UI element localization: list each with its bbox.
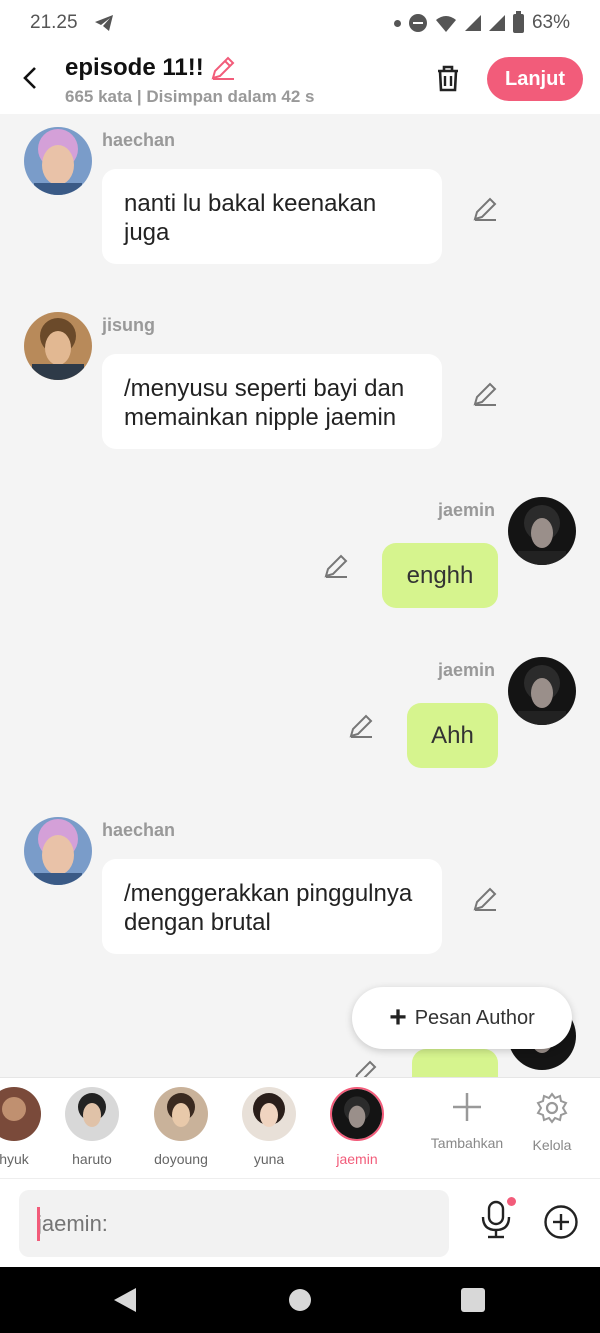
sender-name: haechan	[102, 130, 176, 150]
word-count-status: 665 kata | Disimpan dalam 42 s	[65, 87, 315, 106]
sender-name: haechan	[102, 820, 176, 840]
edit-message-icon[interactable]	[323, 553, 349, 579]
message-bubble[interactable]: enghh	[382, 543, 498, 608]
edit-title-icon[interactable]	[210, 55, 236, 81]
avatar-jisung[interactable]	[24, 312, 92, 380]
signal-icon-2	[488, 15, 505, 31]
avatar-jaemin[interactable]	[508, 657, 576, 725]
avatar-haechan[interactable]	[24, 817, 92, 885]
character-name: yuna	[253, 1151, 285, 1167]
episode-title-text: episode 11!!	[65, 54, 204, 81]
character-name: haruto	[72, 1151, 112, 1167]
avatar-hyuk	[0, 1087, 41, 1141]
notification-dot-icon	[393, 19, 401, 27]
chat-area: haechan nanti lu bakal keenakan juga jis…	[0, 114, 600, 1077]
message-bubble[interactable]: /menyusu seperti bayi dan memainkan nipp…	[102, 354, 442, 449]
message-bubble[interactable]: Ahh	[407, 703, 498, 768]
message-input[interactable]	[19, 1190, 449, 1257]
character-haruto[interactable]: haruto	[48, 1087, 136, 1167]
pesan-author-button[interactable]: + Pesan Author	[352, 987, 572, 1049]
character-yuna[interactable]: yuna	[225, 1087, 313, 1167]
add-character-label: Tambahkan	[430, 1135, 504, 1151]
character-jaemin[interactable]: jaemin	[313, 1087, 401, 1167]
character-doyoung[interactable]: doyoung	[137, 1087, 225, 1167]
edit-message-icon[interactable]	[348, 713, 374, 739]
header: episode 11!! 665 kata | Disimpan dalam 4…	[0, 46, 600, 114]
manage-characters-button[interactable]: Kelola	[508, 1092, 596, 1153]
edit-message-icon[interactable]	[472, 196, 498, 222]
edit-message-icon[interactable]	[352, 1059, 378, 1077]
back-button[interactable]	[14, 60, 46, 96]
add-circle-icon[interactable]	[543, 1204, 579, 1240]
character-name: doyoung	[154, 1151, 208, 1167]
input-bar	[0, 1178, 600, 1267]
trash-icon[interactable]	[432, 62, 464, 94]
chevron-left-icon	[23, 67, 36, 89]
avatar-yuna	[242, 1087, 296, 1141]
plus-icon: +	[389, 1001, 407, 1034]
plus-icon	[453, 1093, 481, 1121]
edit-message-icon[interactable]	[472, 886, 498, 912]
message-bubble[interactable]: /menggerakkan pinggulnya dengan brutal	[102, 859, 442, 954]
add-character-button[interactable]: Tambahkan	[423, 1092, 511, 1151]
status-bar: 21.25 63%	[0, 0, 600, 46]
avatar-doyoung	[154, 1087, 208, 1141]
pesan-author-label: Pesan Author	[414, 1006, 535, 1029]
text-caret	[37, 1207, 40, 1241]
nav-recents-icon[interactable]	[461, 1288, 485, 1312]
message-bubble-partial[interactable]	[412, 1049, 498, 1077]
gear-icon	[536, 1092, 568, 1124]
character-strip: hyuk haruto doyoung yuna jaemin Tambahka…	[0, 1077, 600, 1178]
nav-back-icon[interactable]	[114, 1288, 136, 1312]
battery-icon	[512, 10, 524, 33]
manage-characters-label: Kelola	[532, 1137, 572, 1153]
wifi-icon	[435, 15, 456, 32]
battery-percent: 63%	[531, 12, 570, 33]
telegram-icon	[94, 15, 113, 31]
dnd-icon	[408, 14, 427, 32]
character-name: jaemin	[336, 1151, 378, 1167]
signal-icon	[464, 15, 481, 31]
avatar-haruto	[65, 1087, 119, 1141]
avatar-jaemin	[330, 1087, 384, 1141]
avatar-haechan[interactable]	[24, 127, 92, 195]
sender-name: jaemin	[438, 660, 496, 680]
sender-name: jisung	[102, 315, 155, 335]
episode-title: episode 11!!	[65, 54, 236, 82]
nav-home-icon[interactable]	[289, 1289, 311, 1311]
message-bubble[interactable]: nanti lu bakal keenakan juga	[102, 169, 442, 264]
avatar-jaemin[interactable]	[508, 497, 576, 565]
next-button[interactable]: Lanjut	[487, 57, 583, 101]
sender-name: jaemin	[438, 500, 496, 520]
status-time: 21.25	[30, 12, 78, 33]
recording-indicator-dot	[507, 1197, 516, 1206]
edit-message-icon[interactable]	[472, 381, 498, 407]
system-nav-bar	[0, 1267, 600, 1333]
